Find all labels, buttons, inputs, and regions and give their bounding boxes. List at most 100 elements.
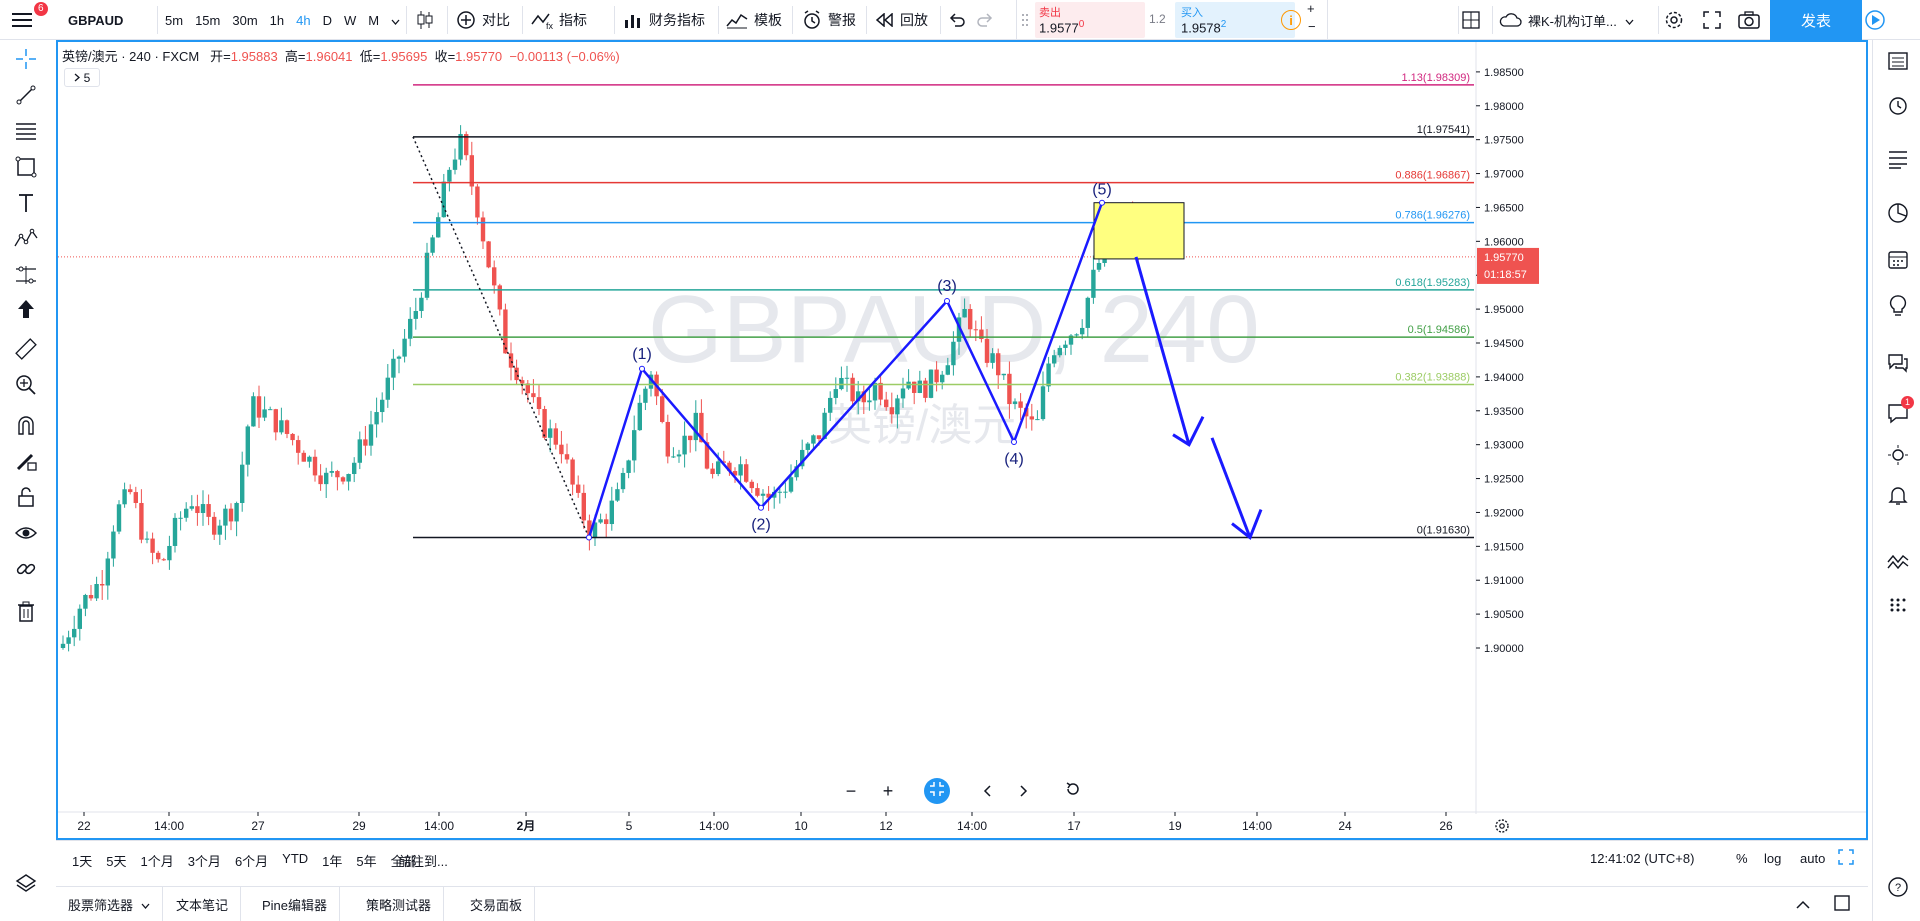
magnet-tool[interactable]: [13, 414, 39, 440]
interval-W[interactable]: W: [344, 13, 356, 28]
candle-body: [94, 584, 99, 599]
compare-button[interactable]: 对比: [456, 0, 510, 40]
zoom-out-button[interactable]: −: [838, 778, 864, 804]
range-5[interactable]: YTD: [282, 851, 308, 870]
menu-button[interactable]: 6: [12, 0, 48, 40]
candle-body: [912, 381, 917, 393]
zoom-in-button[interactable]: +: [875, 778, 901, 804]
chart-type-button[interactable]: [416, 0, 434, 40]
help-button[interactable]: ?: [1885, 876, 1911, 902]
chevron-down-icon[interactable]: [391, 12, 400, 28]
trend-line-tool[interactable]: [13, 84, 39, 110]
maximize-panel-button[interactable]: [1834, 895, 1850, 914]
tab-pine-editor[interactable]: Pine编辑器: [250, 887, 341, 921]
range-1[interactable]: 5天: [106, 851, 126, 870]
rectangle-tool[interactable]: [13, 156, 39, 182]
undo-button[interactable]: [948, 0, 966, 40]
bell-button[interactable]: [1885, 484, 1911, 510]
ideas-stream-button[interactable]: [1885, 550, 1911, 576]
remove-drawings-tool[interactable]: [13, 600, 39, 626]
percent-toggle[interactable]: %: [1736, 851, 1748, 866]
measure-tool[interactable]: [13, 264, 39, 290]
reset-scale-button[interactable]: [924, 778, 950, 804]
calendar-button[interactable]: [1885, 248, 1911, 274]
scroll-left-button[interactable]: [974, 778, 1000, 804]
interval-D[interactable]: D: [323, 13, 332, 28]
candle-body: [878, 382, 883, 400]
candle-body: [872, 382, 878, 401]
sell-button[interactable]: 卖出 1.95770: [1035, 2, 1145, 38]
tab-trading-panel[interactable]: 交易面板: [458, 887, 536, 921]
interval-5m[interactable]: 5m: [165, 13, 183, 28]
candle-body: [475, 186, 480, 218]
clock-timezone[interactable]: 12:41:02 (UTC+8): [1590, 851, 1694, 866]
arrow-tool[interactable]: [13, 298, 39, 324]
fib-retracement-tool[interactable]: [13, 120, 39, 146]
lock-drawings-tool[interactable]: [13, 486, 39, 512]
publish-button[interactable]: 发表: [1770, 0, 1862, 40]
replay-button[interactable]: 回放: [876, 0, 928, 40]
layout-name-button[interactable]: 裸K-机构订单...: [1498, 0, 1634, 40]
link-tool[interactable]: [13, 558, 39, 584]
scroll-right-button[interactable]: [1011, 778, 1037, 804]
hotlists-button[interactable]: [1885, 202, 1911, 228]
streams-button[interactable]: [1885, 444, 1911, 470]
text-tool[interactable]: [13, 192, 39, 218]
info-icon[interactable]: i: [1281, 10, 1301, 30]
fullscreen-button[interactable]: [1697, 0, 1727, 40]
pattern-tool[interactable]: [13, 228, 39, 254]
goto-date-button[interactable]: 前往到...: [398, 851, 448, 870]
tab-strategy-tester[interactable]: 策略测试器: [354, 887, 445, 921]
interval-15m[interactable]: 15m: [195, 13, 220, 28]
tab-stock-screener[interactable]: 股票筛选器: [56, 887, 164, 921]
drag-handle-icon[interactable]: [1021, 13, 1029, 27]
tab-text-notes[interactable]: 文本笔记: [164, 887, 242, 921]
templates-button[interactable]: 模板: [726, 0, 782, 40]
expand-plus-icon[interactable]: +: [1307, 1, 1315, 16]
hide-drawings-tool[interactable]: [13, 522, 39, 548]
log-toggle[interactable]: log: [1764, 851, 1781, 866]
chart-pane[interactable]: GBPAUD, 240 英镑/澳元 1.13(1.98309) 1(1.97541) 0…: [56, 40, 1868, 840]
chart-canvas[interactable]: GBPAUD, 240英镑/澳元1.13(1.98309)1(1.97541)0…: [58, 42, 1866, 838]
buy-button[interactable]: 买入 1.95782: [1175, 2, 1295, 38]
range-4[interactable]: 6个月: [235, 851, 268, 870]
crosshair-tool[interactable]: [13, 48, 39, 74]
zoom-in-tool[interactable]: [13, 374, 39, 400]
financials-button[interactable]: 财务指标: [623, 0, 705, 40]
interval-1h[interactable]: 1h: [270, 13, 284, 28]
fullscreen-chart-button[interactable]: [1838, 849, 1854, 868]
auto-toggle[interactable]: auto: [1800, 851, 1825, 866]
range-0[interactable]: 1天: [72, 851, 92, 870]
alert-button[interactable]: 警报: [802, 0, 856, 40]
indicators-button[interactable]: fx 指标: [531, 0, 587, 40]
range-3[interactable]: 3个月: [188, 851, 221, 870]
chat-button[interactable]: [1885, 352, 1911, 378]
range-6[interactable]: 1年: [322, 851, 342, 870]
range-7[interactable]: 5年: [356, 851, 376, 870]
interval-M[interactable]: M: [368, 13, 379, 28]
ideas-button[interactable]: [1885, 294, 1911, 320]
interval-4h[interactable]: 4h: [296, 13, 310, 28]
dom-button[interactable]: [1885, 594, 1911, 620]
play-button[interactable]: [1860, 0, 1890, 40]
alerts-button[interactable]: [1885, 94, 1911, 120]
symbol-search[interactable]: GBPAUD: [68, 0, 123, 40]
stay-drawing-tool[interactable]: [13, 450, 39, 476]
data-window-button[interactable]: [1885, 148, 1911, 174]
layout-grid-button[interactable]: [1462, 0, 1480, 40]
indicators-collapse-toggle[interactable]: 5: [64, 68, 100, 87]
reset-chart-button[interactable]: [1060, 778, 1086, 804]
collapse-panel-button[interactable]: [1796, 897, 1810, 912]
range-2[interactable]: 1个月: [140, 851, 173, 870]
interval-30m[interactable]: 30m: [232, 13, 257, 28]
candle-body: [335, 471, 340, 478]
settings-button[interactable]: [1659, 0, 1689, 40]
notifications-button[interactable]: 1: [1885, 396, 1915, 428]
watchlist-button[interactable]: [1885, 50, 1911, 76]
ruler-tool[interactable]: [13, 337, 39, 364]
object-tree-tool[interactable]: [13, 872, 39, 898]
collapse-minus-icon[interactable]: −: [1308, 19, 1316, 34]
snapshot-button[interactable]: [1734, 0, 1764, 40]
redo-button[interactable]: [976, 0, 994, 40]
alarm-clock-icon: [1887, 94, 1909, 121]
